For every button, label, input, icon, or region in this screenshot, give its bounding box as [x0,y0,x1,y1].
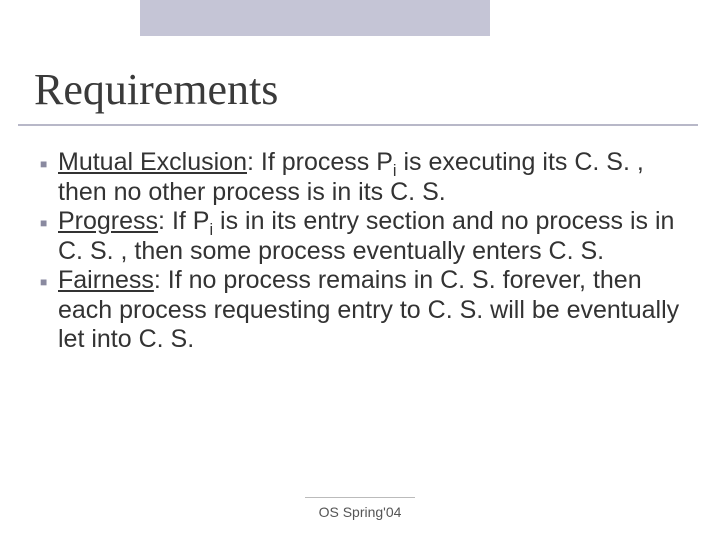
bullet-pre: : If P [158,207,209,235]
bullet-icon: ■ [40,158,58,170]
footer-separator [305,497,415,498]
bullet-item: ■ Progress: If Pi is in its entry sectio… [40,207,688,266]
bullet-pre: : If process P [247,148,393,176]
footer-text: OS Spring'04 [0,504,720,520]
slide-title: Requirements [34,64,278,115]
bullet-term: Progress [58,207,158,235]
bullet-text: Fairness: If no process remains in C. S.… [58,266,688,355]
bullet-term: Fairness [58,266,154,294]
bullet-icon: ■ [40,217,58,229]
bullet-item: ■ Mutual Exclusion: If process Pi is exe… [40,148,688,207]
bullet-text: Mutual Exclusion: If process Pi is execu… [58,148,688,207]
content-area: ■ Mutual Exclusion: If process Pi is exe… [40,148,688,355]
bullet-text: Progress: If Pi is in its entry section … [58,207,688,266]
title-underline [18,124,698,126]
top-decoration-bar [140,0,490,36]
bullet-icon: ■ [40,276,58,288]
bullet-item: ■ Fairness: If no process remains in C. … [40,266,688,355]
slide: Requirements ■ Mutual Exclusion: If proc… [0,0,720,540]
bullet-term: Mutual Exclusion [58,148,247,176]
